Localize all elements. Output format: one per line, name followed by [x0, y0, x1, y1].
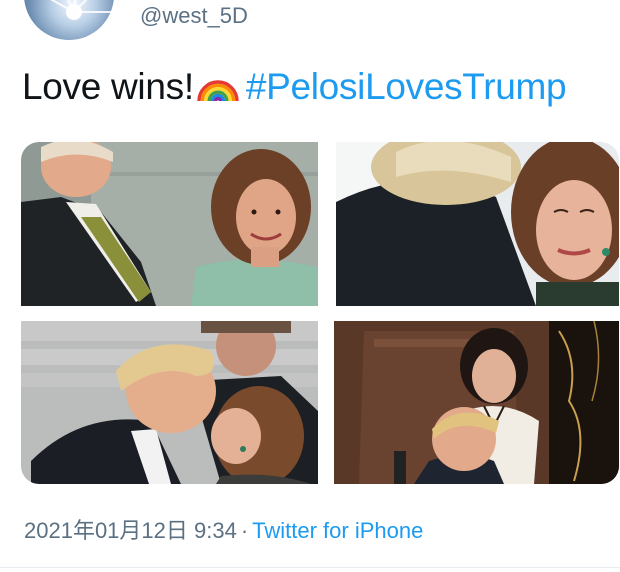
rainbow-emoji-icon: [196, 70, 240, 112]
tweet-text: Love wins! #PelosiLovesTrump: [22, 66, 567, 112]
separator-dot: ·: [240, 518, 249, 543]
divider: [0, 567, 620, 568]
media-photo-2[interactable]: [336, 142, 619, 306]
user-handle[interactable]: @west_5D: [140, 3, 248, 29]
media-photo-1[interactable]: [21, 142, 318, 306]
avatar[interactable]: [24, 0, 114, 40]
timestamp[interactable]: 2021年01月12日 9:34: [24, 518, 237, 543]
tweet-meta: 2021年01月12日 9:34 · Twitter for iPhone: [24, 513, 423, 545]
source-link[interactable]: Twitter for iPhone: [252, 518, 423, 543]
hashtag-link[interactable]: #PelosiLovesTrump: [246, 66, 567, 107]
media-photo-3[interactable]: [21, 321, 318, 484]
media-photo-4[interactable]: [334, 321, 619, 484]
tweet-text-body: Love wins!: [22, 66, 194, 107]
media-grid: [21, 142, 619, 484]
